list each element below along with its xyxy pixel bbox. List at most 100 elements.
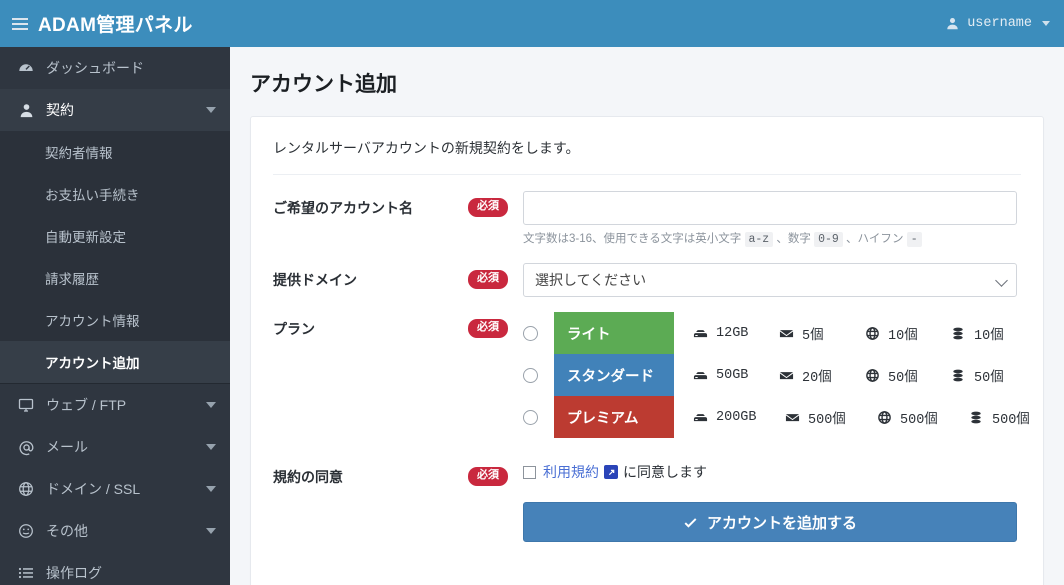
form-row-plan: プラン 必須 ライト 12GB 5個 10個 10個 スタンダード 50GB 2… (273, 312, 1030, 439)
required-badge: 必須 (468, 270, 508, 289)
plan-badge-premium[interactable]: プレミアム (554, 396, 674, 439)
spec-value: 500個 (992, 412, 1030, 428)
sidebar-subitem-account-info[interactable]: アカウント情報 (0, 299, 230, 341)
required-cell: 必須 (468, 191, 523, 217)
plan-radio-premium[interactable] (523, 409, 538, 425)
sidebar-subitem-add-account[interactable]: アカウント追加 (0, 341, 230, 383)
help-code-letters: a-z (744, 232, 774, 247)
spec-value: 50GB (716, 367, 749, 383)
database-icon (950, 326, 966, 341)
app-root: ADAM管理パネル username ダッシュボード 契約 契約者情報 お支払い… (0, 0, 1064, 585)
sidebar-item-mail[interactable]: メール (0, 426, 230, 468)
form-row-domain: 提供ドメイン 必須 選択してください (273, 263, 1021, 298)
plan-specs-standard: 50GB 20個 50個 50個 (692, 365, 1036, 386)
spec-value: 500個 (900, 412, 938, 428)
required-cell: 必須 (468, 312, 523, 338)
sidebar-subitem-contractor-info[interactable]: 契約者情報 (0, 131, 230, 173)
sidebar-subitem-label: 請求履歴 (45, 272, 99, 287)
plan-specs-light: 12GB 5個 10個 10個 (692, 323, 1036, 344)
spec-domain: 500個 (876, 407, 968, 428)
desktop-icon (17, 397, 35, 413)
hard-drive-icon (692, 326, 708, 341)
sidebar-item-label: メール (46, 439, 88, 455)
plan-row-standard[interactable]: スタンダード 50GB 20個 50個 50個 (523, 354, 1060, 397)
required-badge: 必須 (468, 198, 508, 217)
sidebar-item-contract[interactable]: 契約 (0, 89, 230, 131)
sidebar-toggle-button[interactable] (0, 0, 34, 47)
required-badge: 必須 (468, 467, 508, 486)
dashboard-icon (17, 60, 35, 76)
plan-radio-light[interactable] (523, 325, 538, 341)
sidebar-subitem-label: お支払い手続き (45, 188, 140, 203)
spec-database: 500個 (968, 407, 1060, 428)
spec-disk: 12GB (692, 326, 778, 341)
page-title: アカウント追加 (250, 73, 397, 96)
terms-of-use-link[interactable]: 利用規約 (543, 462, 599, 482)
sidebar-item-other[interactable]: その他 (0, 510, 230, 552)
help-mid-2: 、ハイフン (846, 233, 904, 245)
spec-domain: 50個 (864, 365, 950, 386)
sidebar-subitem-label: 自動更新設定 (45, 230, 126, 245)
check-icon (683, 515, 698, 530)
help-mid-1: 、数字 (776, 233, 811, 245)
topbar-right-section: username (946, 0, 1064, 47)
domain-select-value: 選択してください (535, 272, 647, 289)
spec-domain: 10個 (864, 323, 950, 344)
plan-specs-premium: 200GB 500個 500個 500個 (692, 407, 1060, 428)
user-icon (17, 103, 35, 118)
sidebar-subitem-auto-renew[interactable]: 自動更新設定 (0, 215, 230, 257)
spec-value: 50個 (974, 370, 1004, 386)
envelope-icon (778, 326, 794, 341)
account-name-field-group: 文字数は3-16、使用できる文字は英小文字 a-z 、数字 0-9 、ハイフン … (523, 191, 1021, 248)
spec-disk: 50GB (692, 368, 778, 383)
account-name-help-text: 文字数は3-16、使用できる文字は英小文字 a-z 、数字 0-9 、ハイフン … (523, 231, 1021, 248)
sidebar-subitem-payment[interactable]: お支払い手続き (0, 173, 230, 215)
plan-row-light[interactable]: ライト 12GB 5個 10個 10個 (523, 312, 1060, 355)
domain-select[interactable]: 選択してください (523, 263, 1017, 298)
plan-option-list: ライト 12GB 5個 10個 10個 スタンダード 50GB 20個 50個 … (523, 312, 1060, 439)
required-cell: 必須 (468, 460, 523, 486)
globe-icon (17, 481, 35, 497)
add-account-button[interactable]: アカウントを追加する (523, 502, 1017, 543)
username-label: username (967, 16, 1032, 31)
terms-checkbox[interactable] (523, 465, 536, 479)
sidebar-item-label: ドメイン / SSL (46, 481, 141, 497)
sidebar-item-web-ftp[interactable]: ウェブ / FTP (0, 384, 230, 426)
spec-value: 10個 (888, 328, 918, 344)
spec-value: 500個 (808, 412, 846, 428)
hard-drive-icon (692, 368, 708, 383)
spec-value: 10個 (974, 328, 1004, 344)
plan-row-premium[interactable]: プレミアム 200GB 500個 500個 500個 (523, 396, 1060, 439)
plan-badge-standard[interactable]: スタンダード (554, 354, 674, 397)
brand-title[interactable]: ADAM管理パネル (38, 10, 193, 37)
sidebar-item-operation-log[interactable]: 操作ログ (0, 552, 230, 585)
at-icon (17, 439, 35, 456)
sidebar-subitem-billing-history[interactable]: 請求履歴 (0, 257, 230, 299)
external-link-icon[interactable] (604, 465, 618, 480)
globe-icon (864, 326, 880, 341)
spec-value: 200GB (716, 409, 757, 425)
sidebar-item-label: その他 (46, 523, 88, 539)
spec-database: 50個 (950, 365, 1036, 386)
domain-field-group: 選択してください (523, 263, 1021, 298)
sidebar[interactable]: ダッシュボード 契約 契約者情報 お支払い手続き 自動更新設定 請求履歴 アカウ… (0, 47, 230, 585)
sidebar-subitem-label: 契約者情報 (45, 146, 113, 161)
spec-database: 10個 (950, 323, 1036, 344)
help-code-digits: 0-9 (814, 232, 843, 247)
plan-badge-light[interactable]: ライト (554, 312, 674, 355)
sidebar-item-dashboard[interactable]: ダッシュボード (0, 47, 230, 89)
help-code-hyphen: - (906, 232, 922, 247)
envelope-icon (784, 410, 800, 425)
spec-disk: 200GB (692, 410, 784, 425)
hard-drive-icon (692, 410, 708, 425)
sidebar-item-domain-ssl[interactable]: ドメイン / SSL (0, 468, 230, 510)
sidebar-item-label: 契約 (46, 102, 74, 118)
account-name-input[interactable] (523, 191, 1017, 225)
user-menu-button[interactable]: username (946, 16, 1050, 31)
card-description: レンタルサーバアカウントの新規契約をします。 (273, 135, 1021, 175)
plan-radio-standard[interactable] (523, 367, 538, 383)
required-cell: 必須 (468, 263, 523, 289)
account-name-label: ご希望のアカウント名 (273, 200, 413, 216)
terms-suffix-text: に同意します (623, 464, 707, 481)
add-account-button-label: アカウントを追加する (706, 514, 857, 532)
